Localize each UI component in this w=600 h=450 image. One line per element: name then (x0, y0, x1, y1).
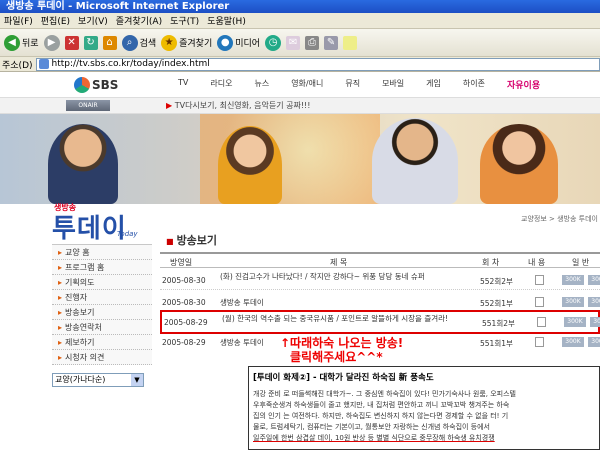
nav-music[interactable]: 뮤직 (345, 78, 360, 91)
menu-edit[interactable]: 편집(E) (41, 14, 70, 27)
document-icon[interactable] (535, 275, 544, 285)
back-arrow-icon: ◀ (4, 34, 20, 51)
ticker[interactable]: ▶ TV다시보기, 최신영화, 음악듣기 공짜!!! (166, 100, 310, 111)
media-icon: ● (217, 34, 234, 51)
menu-help[interactable]: 도움말(H) (207, 14, 246, 27)
side-item-home[interactable]: ▸ 교양 홈 (52, 245, 152, 260)
main-content: 교양정보 > 생방송 투데이 ■ 방송보기 방영일 제 목 회 차 내 용 일 반… (160, 204, 600, 450)
menu-view[interactable]: 보기(V) (78, 14, 108, 27)
window-title: 생방송 투데이 - Microsoft Internet Explorer (0, 0, 600, 13)
host-left (48, 124, 118, 204)
side-item-report[interactable]: ▸ 제보하기 (52, 335, 152, 350)
side-item-intent[interactable]: ▸ 기획의도 (52, 275, 152, 290)
nav-mobile[interactable]: 모바일 (382, 78, 404, 91)
address-bar: 주소(D) http://tv.sbs.co.kr/today/index.ht… (0, 57, 600, 72)
article-body: 개강 준비 로 떠들썩해진 대학가~. 그 중심엔 하숙집이 있다! 민가기숙사… (253, 390, 516, 442)
view-button[interactable]: 300K (564, 317, 586, 327)
side-item-hosts[interactable]: ▸ 진행자 (52, 290, 152, 305)
side-item-opinion[interactable]: ▸ 시청자 의견 (52, 350, 152, 365)
document-icon[interactable] (537, 317, 546, 327)
page-icon (38, 59, 49, 69)
nav-radio[interactable]: 라디오 (210, 78, 232, 91)
episode-link[interactable]: (월) 한국의 역수출 되는 중국유시품 / 포인트로 알뜰하게 시장을 즐겨라… (222, 314, 472, 323)
host-far-right (480, 124, 558, 204)
nav-hizone[interactable]: 하이존 (463, 78, 485, 91)
section-title: ■ 방송보기 (166, 234, 218, 247)
star-icon: ★ (161, 34, 178, 51)
home-icon[interactable]: ⌂ (102, 35, 117, 50)
menu-bar: 파일(F) 편집(E) 보기(V) 즐겨찾기(A) 도구(T) 도움말(H) (0, 13, 600, 29)
episode-link[interactable]: 생방송 투데이 (220, 298, 470, 307)
genre-select[interactable]: 교양(가나다순) ▼ (52, 373, 144, 387)
history-icon[interactable]: ◷ (265, 34, 282, 51)
sbs-logo-icon (74, 76, 90, 93)
nav-movie[interactable]: 영화/애니 (291, 78, 323, 91)
view-button[interactable]: 300K (588, 337, 600, 347)
folder-icon[interactable] (343, 35, 358, 50)
host-center (218, 126, 282, 204)
back-button[interactable]: ◀ 뒤로 (4, 34, 39, 51)
address-url: http://tv.sbs.co.kr/today/index.html (51, 59, 210, 69)
forward-button[interactable]: ▶ (43, 34, 60, 51)
address-label: 주소(D) (2, 60, 33, 71)
view-button[interactable]: 300K (562, 297, 584, 307)
sbs-header: SBS TV 라디오 뉴스 영화/애니 뮤직 모바일 게임 하이존 자유이용 (0, 72, 600, 98)
annotation: ↑따래하숙 나오는 방송! 클릭해주세요^^* (280, 336, 404, 364)
view-button[interactable]: 300K (588, 297, 600, 307)
article-box: [투데이 화제②] - 대학가 달라진 하숙집 新 풍속도 개강 준비 로 떠들… (248, 366, 600, 450)
print-icon[interactable]: ⎙ (305, 35, 320, 50)
side-nav: 생방송 투데이 Today ▸ 교양 홈 ▸ 프로그램 홈 ▸ 기획의도 ▸ 진행자 ▸… (52, 200, 152, 445)
menu-file[interactable]: 파일(F) (4, 14, 33, 27)
view-button[interactable]: 300K (562, 275, 584, 285)
side-item-contact[interactable]: ▸ 방송연락처 (52, 320, 152, 335)
table-header: 방영일 제 목 회 차 내 용 일 반 (160, 252, 600, 268)
table-row: 2005-08-30 (화) 진검고수가 나타났다! / 작지만 강하다~ 위풍… (160, 270, 600, 290)
menu-tools[interactable]: 도구(T) (170, 14, 199, 27)
forward-arrow-icon: ▶ (43, 34, 60, 51)
edit-icon[interactable]: ✎ (324, 35, 339, 50)
episode-link[interactable]: (화) 진검고수가 나타났다! / 작지만 강하다~ 위풍 당당 동네 슈퍼 (220, 272, 470, 281)
nav-tv[interactable]: TV (178, 78, 188, 91)
view-button[interactable]: 300K (562, 337, 584, 347)
article-title: [투데이 화제②] - 대학가 달라진 하숙집 新 풍속도 (253, 373, 434, 383)
table-row-highlighted: 2005-08-29 (월) 한국의 역수출 되는 중국유시품 / 포인트로 알… (160, 310, 600, 334)
ticker-arrow-icon: ▶ (166, 101, 173, 110)
view-button[interactable]: 300K (588, 275, 600, 285)
sbs-logo[interactable]: SBS (74, 74, 138, 96)
nav-news[interactable]: 뉴스 (254, 78, 269, 91)
host-right (372, 118, 458, 204)
document-icon[interactable] (535, 337, 544, 347)
program-logo[interactable]: 생방송 투데이 Today (52, 200, 152, 244)
mail-icon[interactable]: ✉ (286, 35, 301, 50)
menu-favorites[interactable]: 즐겨찾기(A) (116, 14, 162, 27)
onair-button[interactable]: ONAIR (66, 100, 110, 111)
stop-icon[interactable]: ✕ (64, 35, 79, 50)
table-row: 2005-08-30 생방송 투데이 552회1부 300K 300K (160, 292, 600, 312)
view-button[interactable]: 300K (590, 317, 600, 327)
sub-bar: ONAIR ▶ TV다시보기, 최신영화, 음악듣기 공짜!!! (0, 98, 600, 114)
toolbar: ◀ 뒤로 ▶ ✕ ↻ ⌂ ⌕ 검색 ★ 즐겨찾기 ● 미디어 ◷ ✉ ⎙ ✎ (0, 29, 600, 57)
refresh-icon[interactable]: ↻ (83, 35, 98, 50)
document-icon[interactable] (535, 297, 544, 307)
breadcrumb: 교양정보 > 생방송 투데이 (521, 215, 598, 223)
side-item-program-home[interactable]: ▸ 프로그램 홈 (52, 260, 152, 275)
sbs-nav: TV 라디오 뉴스 영화/애니 뮤직 모바일 게임 하이존 자유이용 (178, 78, 540, 91)
side-item-watch[interactable]: ▸ 방송보기 (52, 305, 152, 320)
bullet-icon: ■ (166, 237, 174, 246)
favorites-button[interactable]: ★ 즐겨찾기 (161, 34, 212, 51)
nav-game[interactable]: 게임 (426, 78, 441, 91)
side-menu: ▸ 교양 홈 ▸ 프로그램 홈 ▸ 기획의도 ▸ 진행자 ▸ 방송보기 ▸ 방송연락처 ▸ 제… (52, 244, 152, 365)
program-banner (0, 114, 600, 204)
search-button[interactable]: ⌕ 검색 (121, 34, 156, 51)
search-icon: ⌕ (121, 34, 138, 51)
address-input[interactable]: http://tv.sbs.co.kr/today/index.html (35, 57, 600, 71)
nav-free[interactable]: 자유이용 (507, 78, 540, 91)
media-button[interactable]: ● 미디어 (217, 34, 260, 51)
chevron-down-icon: ▼ (131, 374, 143, 386)
